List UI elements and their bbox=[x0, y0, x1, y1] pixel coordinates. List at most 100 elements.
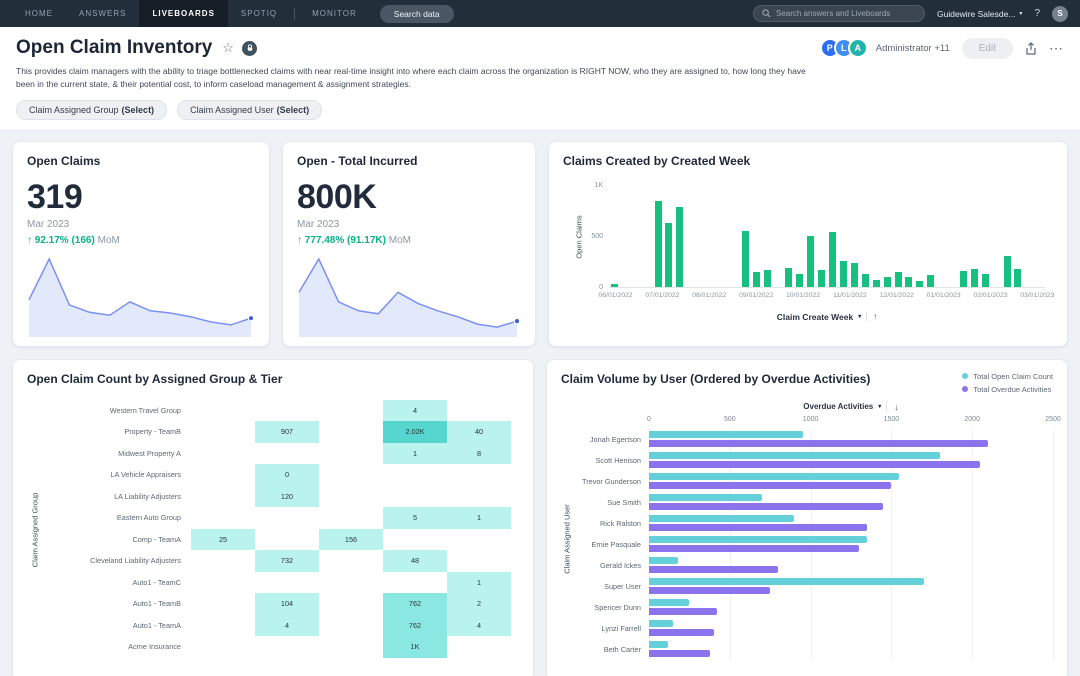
bar[interactable] bbox=[785, 268, 792, 286]
sort-ascending-icon[interactable]: ↑ bbox=[866, 312, 877, 321]
heatmap-cell[interactable]: 25 bbox=[191, 529, 255, 551]
heatmap-cell[interactable]: 762 bbox=[383, 615, 447, 637]
bar-open-claim-count[interactable] bbox=[649, 431, 803, 438]
x-axis-label[interactable]: Claim Create Week bbox=[777, 312, 853, 322]
nav-item-home[interactable]: HOME bbox=[12, 0, 66, 27]
bar-overdue-activities[interactable] bbox=[649, 629, 714, 636]
bar-overdue-activities[interactable] bbox=[649, 461, 980, 468]
bar[interactable] bbox=[611, 284, 618, 287]
bar-overdue-activities[interactable] bbox=[649, 482, 891, 489]
bar-open-claim-count[interactable] bbox=[649, 473, 899, 480]
help-button[interactable]: ? bbox=[1034, 8, 1040, 19]
heatmap-cell[interactable]: 907 bbox=[255, 421, 319, 443]
heatmap-cell bbox=[191, 615, 255, 637]
bar[interactable] bbox=[665, 223, 672, 287]
heatmap-cell[interactable]: 1K bbox=[383, 636, 447, 658]
bar[interactable] bbox=[971, 269, 978, 286]
bar[interactable] bbox=[916, 281, 923, 286]
bar[interactable] bbox=[829, 232, 836, 287]
bar-open-claim-count[interactable] bbox=[649, 620, 673, 627]
edit-button[interactable]: Edit bbox=[962, 38, 1013, 59]
legend-item-overdue-activities[interactable]: Total Overdue Activities bbox=[962, 385, 1053, 394]
chevron-down-icon[interactable]: ▾ bbox=[858, 313, 861, 320]
bar-overdue-activities[interactable] bbox=[649, 524, 867, 531]
filter-claim-assigned-group[interactable]: Claim Assigned Group (Select) bbox=[16, 100, 167, 120]
search-data-button[interactable]: Search data bbox=[380, 5, 454, 23]
filter-claim-assigned-user[interactable]: Claim Assigned User (Select) bbox=[177, 100, 322, 120]
bar[interactable] bbox=[895, 272, 902, 286]
nav-item-liveboards[interactable]: LIVEBOARDS bbox=[139, 0, 227, 27]
bar[interactable] bbox=[753, 272, 760, 286]
legend-item-open-claim-count[interactable]: Total Open Claim Count bbox=[962, 372, 1053, 381]
heatmap-cell[interactable]: 120 bbox=[255, 486, 319, 508]
heatmap-cell[interactable]: 8 bbox=[447, 443, 511, 465]
bar-open-claim-count[interactable] bbox=[649, 536, 867, 543]
heatmap-cell[interactable]: 2 bbox=[447, 593, 511, 615]
bar[interactable] bbox=[764, 270, 771, 286]
bar-open-claim-count[interactable] bbox=[649, 515, 794, 522]
heatmap-cell[interactable]: 732 bbox=[255, 550, 319, 572]
bar[interactable] bbox=[818, 270, 825, 286]
bar-open-claim-count[interactable] bbox=[649, 494, 762, 501]
bar-overdue-activities[interactable] bbox=[649, 566, 778, 573]
collaborator-avatar[interactable]: A bbox=[848, 38, 868, 58]
bar[interactable] bbox=[840, 261, 847, 286]
heatmap-cell[interactable]: 762 bbox=[383, 593, 447, 615]
more-options-icon[interactable]: ⋯ bbox=[1049, 40, 1064, 57]
bar[interactable] bbox=[905, 277, 912, 286]
heatmap-cell[interactable]: 1 bbox=[383, 443, 447, 465]
heatmap-cell[interactable]: 104 bbox=[255, 593, 319, 615]
bar[interactable] bbox=[927, 275, 934, 286]
bar[interactable] bbox=[1014, 269, 1021, 287]
chevron-down-icon[interactable]: ▾ bbox=[878, 403, 881, 410]
sparkline-chart[interactable] bbox=[25, 252, 257, 338]
heatmap-cell[interactable]: 48 bbox=[383, 550, 447, 572]
nav-item-monitor[interactable]: MONITOR bbox=[299, 0, 370, 27]
user-avatar[interactable]: S bbox=[1052, 6, 1068, 22]
global-search-input[interactable]: Search answers and Liveboards bbox=[753, 5, 925, 22]
heatmap-cell[interactable]: 4 bbox=[447, 615, 511, 637]
bar-overdue-activities[interactable] bbox=[649, 545, 859, 552]
bar-open-claim-count[interactable] bbox=[649, 452, 940, 459]
bar-open-claim-count[interactable] bbox=[649, 641, 668, 648]
heatmap-cell[interactable]: 1 bbox=[447, 507, 511, 529]
heatmap-cell[interactable]: 5 bbox=[383, 507, 447, 529]
bar[interactable] bbox=[655, 201, 662, 287]
bar-overdue-activities[interactable] bbox=[649, 440, 988, 447]
bar[interactable] bbox=[960, 271, 967, 286]
sort-field-label[interactable]: Overdue Activities bbox=[803, 402, 873, 411]
bar[interactable] bbox=[851, 263, 858, 286]
bar-overdue-activities[interactable] bbox=[649, 587, 770, 594]
bar[interactable] bbox=[796, 274, 803, 286]
bar-overdue-activities[interactable] bbox=[649, 650, 710, 657]
bar-overdue-activities[interactable] bbox=[649, 608, 717, 615]
bar-open-claim-count[interactable] bbox=[649, 599, 689, 606]
bar-open-claim-count[interactable] bbox=[649, 578, 924, 585]
heatmap-cell[interactable]: 40 bbox=[447, 421, 511, 443]
bar[interactable] bbox=[884, 277, 891, 286]
sort-descending-icon[interactable]: ↓ bbox=[886, 402, 899, 412]
heatmap-cell[interactable]: 2.02K bbox=[383, 421, 447, 443]
bar[interactable] bbox=[873, 280, 880, 286]
heatmap-cell[interactable]: 1 bbox=[447, 572, 511, 594]
nav-item-answers[interactable]: ANSWERS bbox=[66, 0, 139, 27]
favorite-star-icon[interactable]: ☆ bbox=[222, 40, 234, 56]
nav-item-spotiq[interactable]: SPOTIQ bbox=[228, 0, 290, 27]
heatmap-cell[interactable]: 4 bbox=[255, 615, 319, 637]
bar[interactable] bbox=[742, 231, 749, 287]
bar[interactable] bbox=[676, 207, 683, 287]
bar[interactable] bbox=[982, 274, 989, 286]
heatmap-cell[interactable]: 0 bbox=[255, 464, 319, 486]
bar-overdue-activities[interactable] bbox=[649, 503, 883, 510]
org-selector-dropdown[interactable]: Guidewire Salesde... ▾ bbox=[937, 9, 1022, 19]
bar[interactable] bbox=[1004, 256, 1011, 286]
administrator-label[interactable]: Administrator +11 bbox=[876, 43, 950, 54]
bar-group bbox=[649, 515, 1053, 531]
sparkline-chart[interactable] bbox=[295, 252, 523, 338]
heatmap-cell[interactable]: 156 bbox=[319, 529, 383, 551]
bar[interactable] bbox=[862, 274, 869, 286]
bar-open-claim-count[interactable] bbox=[649, 557, 678, 564]
share-icon[interactable] bbox=[1025, 42, 1037, 55]
heatmap-cell[interactable]: 4 bbox=[383, 400, 447, 422]
bar[interactable] bbox=[807, 236, 814, 287]
